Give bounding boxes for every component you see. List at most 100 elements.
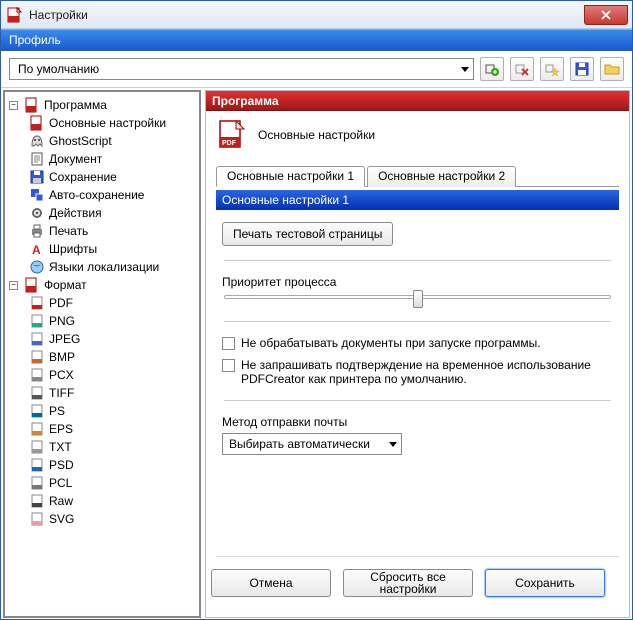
tree-item[interactable]: EPS xyxy=(7,420,197,438)
disk-icon xyxy=(574,61,590,77)
tree-item[interactable]: PDF xyxy=(7,294,197,312)
dialog-footer: Отмена Сбросить все настройки Сохранить xyxy=(216,556,619,609)
divider xyxy=(224,400,611,401)
filetype-icon xyxy=(29,475,45,491)
font-icon: A xyxy=(29,241,45,257)
filetype-icon xyxy=(29,385,45,401)
profile-star-button[interactable] xyxy=(540,57,564,81)
tree-item[interactable]: BMP xyxy=(7,348,197,366)
mail-method-selected: Выбирать автоматически xyxy=(229,437,370,451)
tree-label: SVG xyxy=(49,512,74,526)
tree-label: BMP xyxy=(49,350,75,364)
tree-item[interactable]: TXT xyxy=(7,438,197,456)
tree-item[interactable]: JPEG xyxy=(7,330,197,348)
tree-item[interactable]: Языки локализации xyxy=(7,258,197,276)
tree-section-format[interactable]: − Формат xyxy=(7,276,197,294)
tree-item[interactable]: Основные настройки xyxy=(7,114,197,132)
collapse-icon[interactable]: − xyxy=(9,101,18,110)
tree-item[interactable]: TIFF xyxy=(7,384,197,402)
title-bar: Настройки xyxy=(1,1,632,29)
filetype-icon xyxy=(29,331,45,347)
filetype-icon xyxy=(29,457,45,473)
star-icon xyxy=(544,61,560,77)
tree-label: Основные настройки xyxy=(49,116,166,130)
svg-text:A: A xyxy=(32,243,41,257)
tree-label: Raw xyxy=(49,494,73,508)
checkbox-label: Не запрашивать подтверждение на временно… xyxy=(241,358,613,386)
profile-select[interactable]: По умолчанию xyxy=(9,58,474,80)
tab-general-1[interactable]: Основные настройки 1 xyxy=(216,166,365,187)
globe-icon xyxy=(29,259,45,275)
filetype-icon xyxy=(29,421,45,437)
filetype-icon xyxy=(29,493,45,509)
tree-item[interactable]: PSD xyxy=(7,456,197,474)
profile-delete-icon xyxy=(514,61,530,77)
tree-label: Документ xyxy=(49,152,102,166)
chevron-down-icon xyxy=(389,442,397,447)
tree-item[interactable]: PCL xyxy=(7,474,197,492)
tree-item[interactable]: PS xyxy=(7,402,197,420)
tree-label: Языки локализации xyxy=(49,260,159,274)
mail-method-label: Метод отправки почты xyxy=(222,415,613,429)
checkbox-no-process-on-start[interactable] xyxy=(222,337,235,350)
priority-slider[interactable] xyxy=(224,295,611,299)
save-toolbar-button[interactable] xyxy=(570,57,594,81)
tree-label: TXT xyxy=(49,440,72,454)
tree-label: EPS xyxy=(49,422,73,436)
reset-button[interactable]: Сбросить все настройки xyxy=(343,569,473,597)
ghost-icon xyxy=(29,133,45,149)
pdf-icon xyxy=(29,115,45,131)
tree-item[interactable]: Действия xyxy=(7,204,197,222)
close-icon xyxy=(601,10,611,20)
tree-label: PCL xyxy=(49,476,72,490)
autosave-icon xyxy=(29,187,45,203)
tab-subheader: Основные настройки 1 xyxy=(216,190,619,210)
divider xyxy=(224,321,611,322)
checkbox-no-confirm-default-printer[interactable] xyxy=(222,359,235,372)
profile-add-button[interactable] xyxy=(480,57,504,81)
close-button[interactable] xyxy=(584,5,628,25)
priority-label: Приоритет процесса xyxy=(222,275,613,289)
tree-item[interactable]: Raw xyxy=(7,492,197,510)
tree-item[interactable]: Документ xyxy=(7,150,197,168)
tree-item[interactable]: GhostScript xyxy=(7,132,197,150)
tree-item[interactable]: PCX xyxy=(7,366,197,384)
tree-item[interactable]: Печать xyxy=(7,222,197,240)
mail-method-select[interactable]: Выбирать автоматически xyxy=(222,433,402,455)
filetype-icon xyxy=(29,511,45,527)
pdf-large-icon: PDF xyxy=(216,119,248,151)
cancel-button[interactable]: Отмена xyxy=(211,569,331,597)
tree-item[interactable]: AШрифты xyxy=(7,240,197,258)
slider-thumb[interactable] xyxy=(413,290,423,308)
test-print-button[interactable]: Печать тестовой страницы xyxy=(222,222,393,246)
collapse-icon[interactable]: − xyxy=(9,281,18,290)
tree-label: PSD xyxy=(49,458,74,472)
save-button[interactable]: Сохранить xyxy=(485,569,605,597)
settings-tree[interactable]: − Программа Основные настройки GhostScri… xyxy=(3,90,201,618)
filetype-icon xyxy=(29,349,45,365)
tree-label: Программа xyxy=(44,98,107,112)
tab-general-2[interactable]: Основные настройки 2 xyxy=(367,166,516,187)
tree-label: PDF xyxy=(49,296,73,310)
filetype-icon xyxy=(29,439,45,455)
tree-item[interactable]: Авто-сохранение xyxy=(7,186,197,204)
filetype-icon xyxy=(29,367,45,383)
section-title: Программа xyxy=(206,91,629,111)
section-header-label: Основные настройки xyxy=(258,128,375,142)
tree-item[interactable]: PNG xyxy=(7,312,197,330)
tree-label: Печать xyxy=(49,224,88,238)
content-panel: Программа PDF Основные настройки Основны… xyxy=(205,90,630,618)
divider xyxy=(224,260,611,261)
tree-item[interactable]: SVG xyxy=(7,510,197,528)
tree-item[interactable]: Сохранение xyxy=(7,168,197,186)
folder-icon xyxy=(604,61,620,77)
svg-text:PDF: PDF xyxy=(222,140,237,147)
open-toolbar-button[interactable] xyxy=(600,57,624,81)
profile-delete-button[interactable] xyxy=(510,57,534,81)
settings-tabs: Основные настройки 1 Основные настройки … xyxy=(216,165,619,187)
tree-label: Действия xyxy=(49,206,102,220)
toolbar: По умолчанию xyxy=(1,51,632,88)
profile-add-icon xyxy=(484,61,500,77)
tree-section-program[interactable]: − Программа xyxy=(7,96,197,114)
tree-label: Сохранение xyxy=(49,170,117,184)
